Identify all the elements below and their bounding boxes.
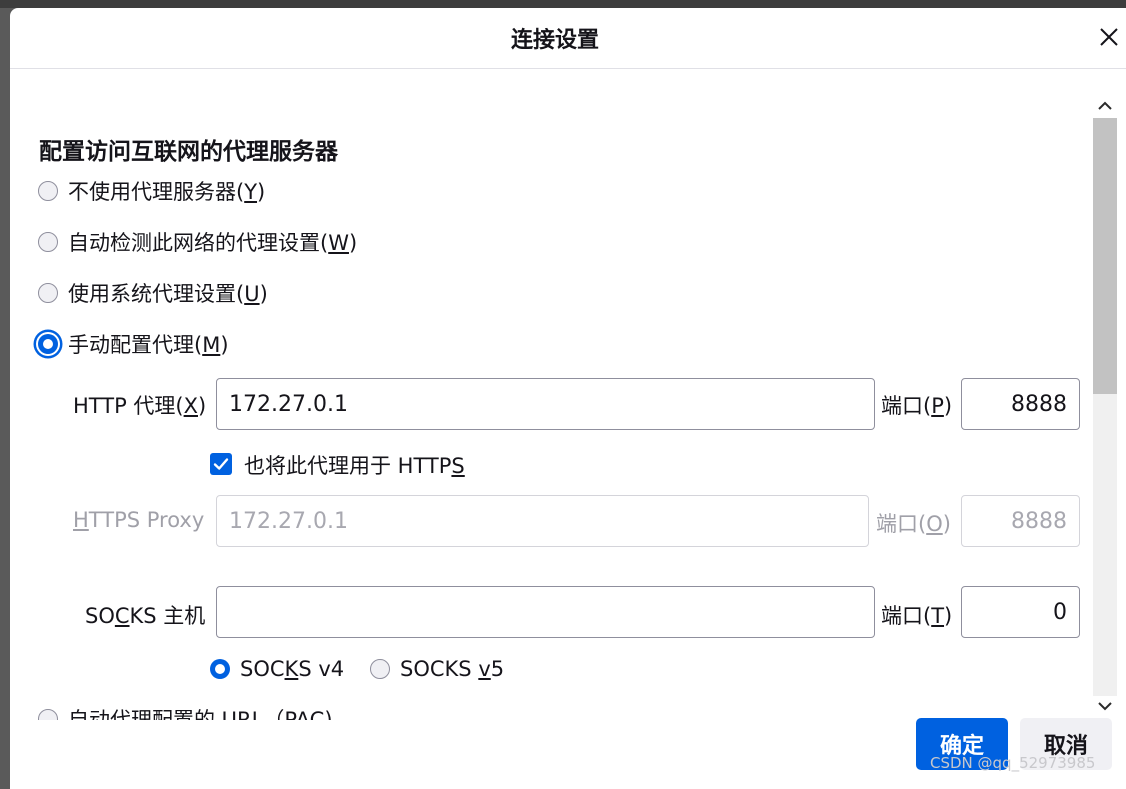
- radio-button[interactable]: [38, 283, 58, 303]
- checkmark-icon: [213, 458, 229, 470]
- socks-host-input[interactable]: [216, 586, 875, 638]
- https-proxy-label: HTTPS Proxy: [73, 508, 205, 532]
- dialog-header: 连接设置: [10, 8, 1126, 69]
- radio-socks-v5[interactable]: SOCKS v5: [370, 654, 504, 684]
- radio-label: 自动代理配置的 URL（PAC): [68, 708, 333, 720]
- vertical-scrollbar[interactable]: [1090, 92, 1118, 722]
- close-icon[interactable]: [1096, 24, 1122, 50]
- chevron-down-icon[interactable]: [1095, 696, 1115, 716]
- radio-label: 使用系统代理设置(U): [68, 282, 268, 306]
- radio-label: 手动配置代理(M): [68, 333, 229, 357]
- settings-content: 配置访问互联网的代理服务器 不使用代理服务器(Y) 自动检测此网络的代理设置(W…: [10, 70, 1090, 720]
- radio-pac-url[interactable]: 自动代理配置的 URL（PAC): [38, 704, 333, 720]
- background-overlay: [0, 0, 1126, 8]
- radio-manual-proxy[interactable]: 手动配置代理(M): [38, 329, 229, 359]
- watermark: CSDN @qq_52973985: [930, 754, 1096, 772]
- http-proxy-input[interactable]: 172.27.0.1: [216, 378, 875, 430]
- connection-settings-dialog: 连接设置 配置访问互联网的代理服务器 不使用代理服务器(Y) 自动检测此网络的代…: [10, 8, 1126, 789]
- radio-button[interactable]: [370, 659, 390, 679]
- radio-no-proxy[interactable]: 不使用代理服务器(Y): [38, 176, 265, 206]
- radio-button[interactable]: [210, 659, 230, 679]
- https-port-label: 端口(O): [876, 512, 951, 536]
- radio-button[interactable]: [38, 232, 58, 252]
- also-https-label: 也将此代理用于 HTTPS: [244, 454, 465, 478]
- radio-button[interactable]: [38, 334, 58, 354]
- radio-label: SOCKS v5: [400, 657, 505, 681]
- scrollbar-thumb[interactable]: [1093, 118, 1117, 394]
- chevron-up-icon[interactable]: [1095, 96, 1115, 116]
- also-https-checkbox[interactable]: [210, 453, 232, 475]
- radio-button[interactable]: [38, 181, 58, 201]
- https-port-input[interactable]: 8888: [961, 495, 1080, 547]
- http-port-input[interactable]: 8888: [961, 378, 1080, 430]
- radio-button[interactable]: [38, 709, 58, 720]
- radio-label: 自动检测此网络的代理设置(W): [68, 231, 358, 255]
- dialog-title: 连接设置: [510, 28, 599, 53]
- radio-socks-v4[interactable]: SOCKS v4: [210, 654, 344, 684]
- radio-label: SOCKS v4: [240, 657, 345, 681]
- section-title: 配置访问互联网的代理服务器: [39, 139, 338, 165]
- http-proxy-label: HTTP 代理(X): [73, 394, 207, 418]
- socks-host-label: SOCKS 主机: [85, 604, 206, 628]
- radio-system-proxy[interactable]: 使用系统代理设置(U): [38, 278, 268, 308]
- radio-label: 不使用代理服务器(Y): [68, 180, 266, 204]
- http-port-label: 端口(P): [881, 394, 953, 418]
- socks-port-input[interactable]: 0: [961, 586, 1080, 638]
- https-proxy-input[interactable]: 172.27.0.1: [216, 495, 869, 547]
- socks-port-label: 端口(T): [881, 604, 953, 628]
- radio-auto-detect[interactable]: 自动检测此网络的代理设置(W): [38, 227, 357, 257]
